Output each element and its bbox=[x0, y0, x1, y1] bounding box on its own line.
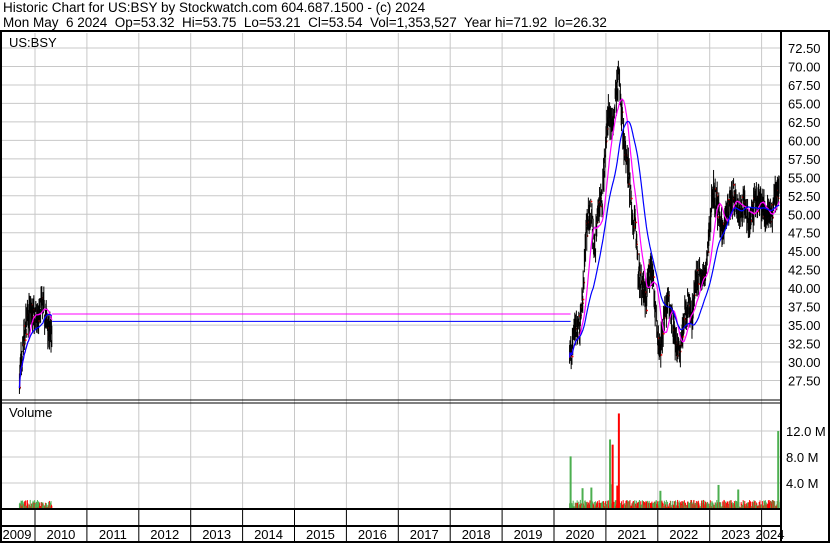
price-tick-label: 70.00 bbox=[788, 59, 821, 74]
close-tick bbox=[653, 276, 656, 278]
price-tick-label: 37.50 bbox=[788, 300, 821, 315]
volume-label: Volume bbox=[9, 405, 52, 420]
volume-spike-bar bbox=[617, 413, 620, 509]
symbol-label: US:BSY bbox=[9, 35, 57, 50]
close-tick bbox=[682, 336, 685, 338]
year-label: 2023 bbox=[721, 527, 750, 542]
volume-spike-bar bbox=[581, 488, 584, 509]
price-tick-label: 52.50 bbox=[788, 189, 821, 204]
year-label: 2012 bbox=[150, 527, 179, 542]
year-label: 2017 bbox=[410, 527, 439, 542]
price-tick-label: 35.00 bbox=[788, 318, 821, 333]
volume-tick-label: 8.0 M bbox=[786, 450, 819, 465]
year-label: 2024 bbox=[756, 527, 785, 542]
price-tick-label: 57.50 bbox=[788, 152, 821, 167]
close-tick bbox=[571, 355, 574, 358]
year-label: 2021 bbox=[617, 527, 646, 542]
volume-spike-bar bbox=[737, 489, 740, 509]
year-label: 2010 bbox=[46, 527, 75, 542]
year-label: 2018 bbox=[462, 527, 491, 542]
volume-spike-bar bbox=[590, 487, 593, 509]
year-label: 2011 bbox=[99, 527, 127, 542]
price-tick-label: 60.00 bbox=[788, 133, 821, 148]
price-tick-label: 27.50 bbox=[788, 374, 821, 389]
close-tick bbox=[660, 354, 663, 356]
volume-spike-bar bbox=[659, 490, 662, 509]
price-tick-label: 72.50 bbox=[788, 41, 821, 56]
price-tick-label: 62.50 bbox=[788, 115, 821, 130]
year-label: 2020 bbox=[565, 527, 594, 542]
close-tick bbox=[582, 298, 585, 301]
volume-tick-label: 4.0 M bbox=[786, 476, 819, 491]
price-volume-chart: US:BSY Volume 72.50 70.00 67.50 65.00 62.50 6… bbox=[0, 30, 830, 543]
close-tick bbox=[26, 333, 28, 336]
volume-spike-bar bbox=[611, 444, 614, 509]
close-tick bbox=[631, 197, 633, 200]
close-tick bbox=[663, 332, 665, 335]
close-tick bbox=[590, 200, 593, 203]
close-tick bbox=[635, 221, 638, 224]
volume-spike-bar bbox=[777, 431, 780, 509]
price-tick-label: 40.00 bbox=[788, 281, 821, 296]
price-tick-label: 55.00 bbox=[788, 170, 821, 185]
year-label: 2014 bbox=[254, 527, 283, 542]
price-tick-label: 42.50 bbox=[788, 263, 821, 278]
year-label: 2015 bbox=[306, 527, 335, 542]
year-label: 2016 bbox=[358, 527, 387, 542]
year-label: 2009 bbox=[3, 527, 32, 542]
price-tick-label: 32.50 bbox=[788, 337, 821, 352]
close-tick bbox=[646, 309, 648, 312]
year-label: 2013 bbox=[202, 527, 231, 542]
volume-tick-label: 12.0 M bbox=[786, 424, 826, 439]
year-label: 2019 bbox=[514, 527, 543, 542]
price-tick-label: 67.50 bbox=[788, 78, 821, 93]
price-tick-label: 47.50 bbox=[788, 226, 821, 241]
volume-spike-bar bbox=[717, 484, 720, 509]
price-tick-label: 50.00 bbox=[788, 207, 821, 222]
close-tick bbox=[25, 339, 27, 341]
price-tick-label: 65.00 bbox=[788, 96, 821, 111]
year-label: 2022 bbox=[669, 527, 698, 542]
price-tick-label: 30.00 bbox=[788, 355, 821, 370]
volume-spike-bar bbox=[609, 439, 612, 509]
volume-spike-bar bbox=[569, 456, 572, 509]
price-tick-label: 45.00 bbox=[788, 244, 821, 259]
